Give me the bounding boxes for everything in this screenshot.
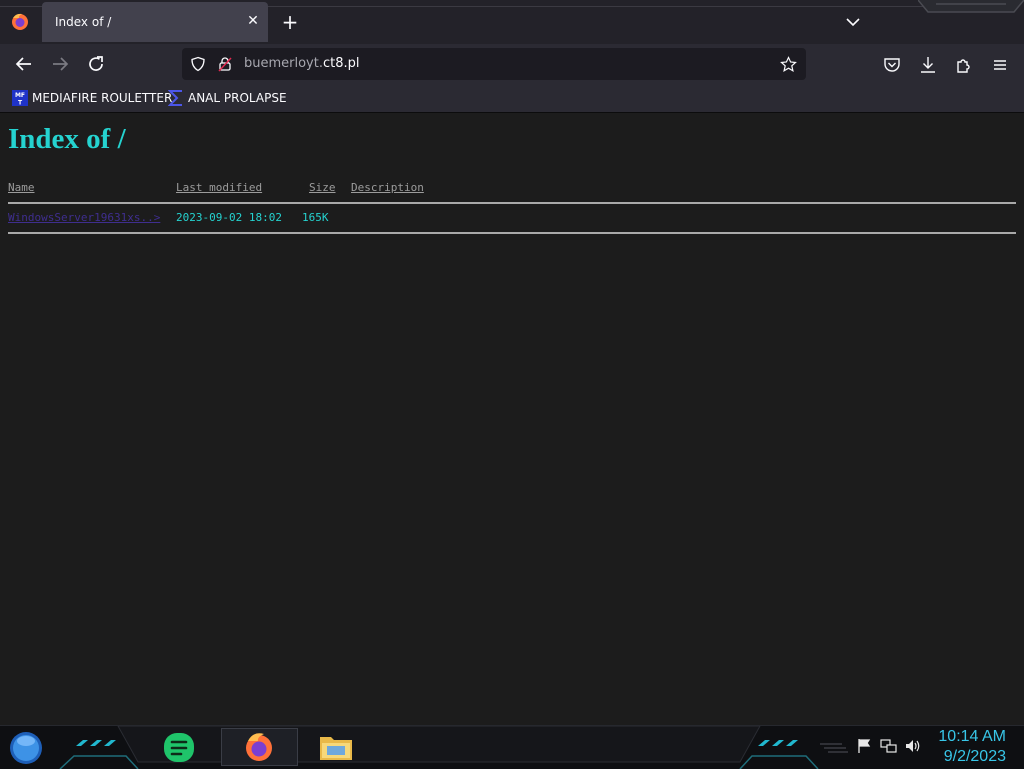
bookmarks-toolbar: MF T MEDIAFIRE ROULETTER ANAL PROLAPSE bbox=[0, 84, 1024, 113]
tab-title: Index of / bbox=[55, 15, 112, 29]
file-last-modified: 2023-09-02 18:02 bbox=[176, 211, 282, 224]
footer-divider bbox=[8, 232, 1016, 234]
url-bar[interactable]: buemerloyt.ct8.pl bbox=[182, 48, 806, 80]
url-text[interactable]: buemerloyt.ct8.pl bbox=[244, 56, 360, 71]
svg-text:MF: MF bbox=[15, 92, 25, 99]
tab-index[interactable]: Index of / ✕ bbox=[42, 2, 268, 42]
insecure-lock-icon[interactable] bbox=[217, 56, 233, 72]
mediafire-icon: MF T bbox=[12, 90, 28, 106]
sigma-icon bbox=[168, 90, 182, 106]
bookmark-anal-prolapse[interactable]: ANAL PROLAPSE bbox=[168, 90, 287, 106]
reload-icon[interactable] bbox=[84, 52, 108, 76]
page-title: Index of / bbox=[8, 123, 126, 155]
header-divider bbox=[8, 202, 1016, 204]
start-orb-icon[interactable] bbox=[7, 730, 45, 766]
column-header-size[interactable]: Size bbox=[309, 181, 336, 194]
page-content: Index of / Name Last modified Size Descr… bbox=[0, 113, 1024, 725]
pocket-icon[interactable] bbox=[883, 56, 901, 74]
notes-app-icon[interactable] bbox=[162, 732, 196, 764]
file-link[interactable]: WindowsServer19631xs..> bbox=[8, 211, 160, 224]
clock-time[interactable]: 10:14 AM bbox=[938, 728, 1006, 746]
navigation-toolbar: buemerloyt.ct8.pl bbox=[0, 44, 1024, 84]
action-center-flag-icon[interactable] bbox=[856, 738, 872, 754]
bookmark-mediafire-rouletter[interactable]: MF T MEDIAFIRE ROULETTER bbox=[12, 90, 172, 106]
column-header-description[interactable]: Description bbox=[351, 181, 424, 194]
window-frame-decoration bbox=[918, 0, 1024, 13]
tracking-shield-icon[interactable] bbox=[190, 56, 206, 72]
taskbar-firefox-button[interactable] bbox=[221, 728, 298, 766]
new-tab-icon[interactable]: + bbox=[280, 12, 300, 32]
extensions-icon[interactable] bbox=[955, 56, 973, 74]
clock-date[interactable]: 9/2/2023 bbox=[944, 748, 1006, 766]
back-arrow-icon[interactable] bbox=[12, 52, 36, 76]
tab-strip: Index of / ✕ + bbox=[0, 0, 1024, 44]
column-header-last-modified[interactable]: Last modified bbox=[176, 181, 262, 194]
file-size: 165K bbox=[302, 211, 329, 224]
bookmark-label: MEDIAFIRE ROULETTER bbox=[32, 91, 173, 105]
taskbar: 10:14 AM 9/2/2023 bbox=[0, 725, 1024, 769]
chevron-down-icon[interactable] bbox=[843, 12, 863, 32]
file-explorer-icon[interactable] bbox=[318, 731, 354, 763]
url-host-prefix: buemerloyt. bbox=[244, 56, 323, 71]
network-icon[interactable] bbox=[880, 738, 897, 754]
menu-hamburger-icon[interactable] bbox=[991, 56, 1009, 74]
firefox-icon[interactable] bbox=[10, 12, 30, 32]
tab-close-icon[interactable]: ✕ bbox=[244, 12, 262, 30]
column-header-name[interactable]: Name bbox=[8, 181, 35, 194]
forward-arrow-icon[interactable] bbox=[48, 52, 72, 76]
url-host-domain: ct8.pl bbox=[322, 56, 360, 71]
bookmark-label: ANAL PROLAPSE bbox=[188, 91, 287, 105]
firefox-icon bbox=[246, 733, 272, 761]
downloads-icon[interactable] bbox=[919, 56, 937, 74]
volume-icon[interactable] bbox=[904, 738, 922, 754]
bookmark-star-icon[interactable] bbox=[780, 56, 797, 73]
